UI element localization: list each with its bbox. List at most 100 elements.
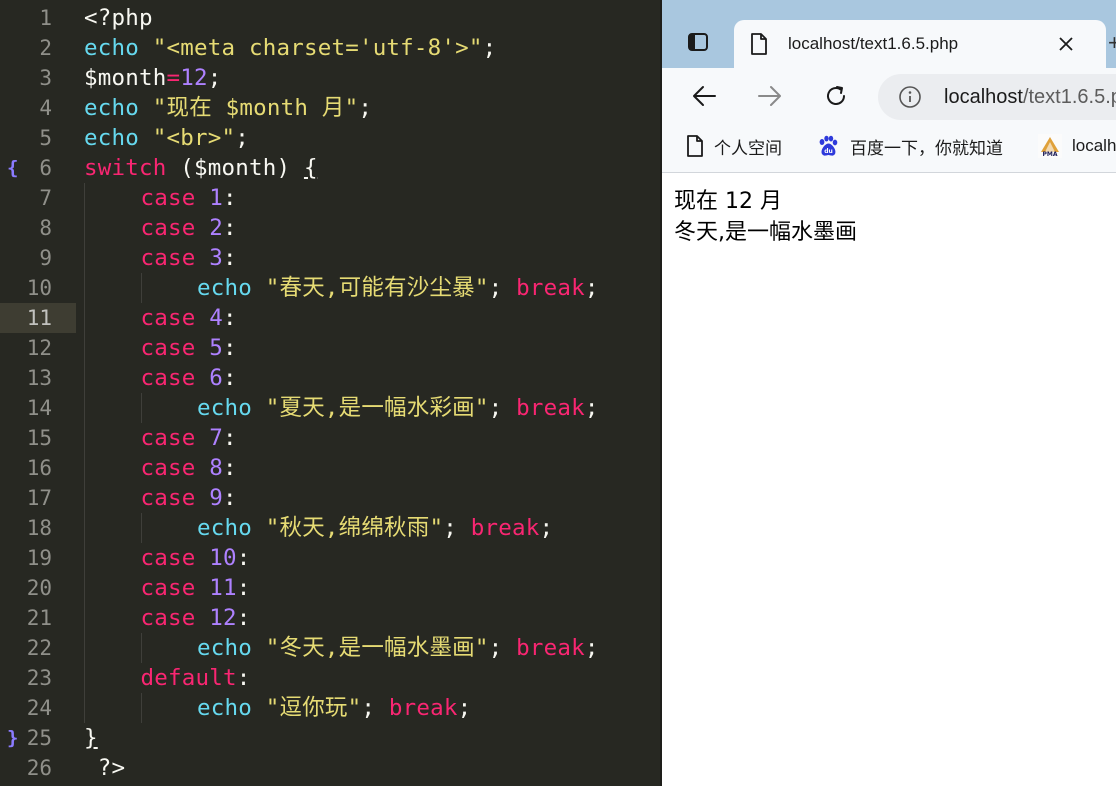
code-line[interactable]: 4 echo "现在 $month 月"; <box>0 93 660 123</box>
refresh-button[interactable] <box>818 78 854 114</box>
code-line[interactable]: 12 case 5: <box>0 333 660 363</box>
code-line[interactable]: } 25} <box>0 723 660 753</box>
code-text[interactable]: case 11: <box>141 573 251 603</box>
page-icon <box>687 135 703 157</box>
code-text[interactable]: $month=12; <box>84 63 221 93</box>
code-text[interactable]: case 5: <box>141 333 237 363</box>
code-token: 2 <box>209 215 223 241</box>
forward-button[interactable] <box>752 78 788 114</box>
code-line[interactable]: 26 ?> <box>0 753 660 783</box>
code-text[interactable]: case 7: <box>141 423 237 453</box>
code-line[interactable]: 2 echo "<meta charset='utf-8'>"; <box>0 33 660 63</box>
code-line[interactable]: 11 case 4: <box>0 303 660 333</box>
code-editor[interactable]: 1 <?php 2 echo "<meta charset='utf-8'>"; 3 $m… <box>0 0 660 786</box>
code-text[interactable]: echo "冬天,是一幅水墨画"; break; <box>197 633 599 663</box>
code-token: = <box>166 65 181 91</box>
code-token: echo <box>84 95 139 121</box>
tab-actions-button[interactable] <box>678 22 718 62</box>
page-content: 现在 12 月 冬天,是一幅水墨画 <box>674 186 857 248</box>
code-text[interactable]: case 2: <box>141 213 237 243</box>
code-text[interactable]: echo "现在 $month 月"; <box>84 93 372 123</box>
line-number: 22 <box>26 636 52 660</box>
browser-window: localhost/text1.6.5.php + <box>660 0 1116 786</box>
code-line[interactable]: 1 <?php <box>0 3 660 33</box>
code-token: : <box>236 665 251 691</box>
code-token: case <box>140 545 196 571</box>
code-line[interactable]: 19 case 10: <box>0 543 660 573</box>
code-text[interactable]: echo "夏天,是一幅水彩画"; break; <box>197 393 599 423</box>
code-token: case <box>140 245 196 271</box>
indent-guide <box>84 183 85 213</box>
code-line[interactable]: 20 case 11: <box>0 573 660 603</box>
code-token: ?> <box>84 755 126 781</box>
code-line[interactable]: 14 echo "夏天,是一幅水彩画"; break; <box>0 393 660 423</box>
back-button[interactable] <box>686 78 722 114</box>
line-number: 19 <box>26 546 52 570</box>
code-text[interactable]: default: <box>141 663 251 693</box>
bookmark-baidu[interactable]: du 百度一下，你就知道 <box>816 124 1003 168</box>
code-text[interactable]: } <box>84 723 98 753</box>
code-line[interactable]: 16 case 8: <box>0 453 660 483</box>
code-line[interactable]: 8 case 2: <box>0 213 660 243</box>
browser-title-bar: localhost/text1.6.5.php + <box>662 0 1116 68</box>
code-text[interactable]: <?php <box>84 3 153 33</box>
code-token: "逗你玩" <box>265 695 362 721</box>
refresh-icon <box>827 86 845 105</box>
bookmark-localhost[interactable]: PMA localhost <box>1038 124 1116 168</box>
code-line[interactable]: 24 echo "逗你玩"; break; <box>0 693 660 723</box>
code-line[interactable]: 7 case 1: <box>0 183 660 213</box>
code-text[interactable]: case 12: <box>141 603 251 633</box>
code-line[interactable]: 17 case 9: <box>0 483 660 513</box>
indent-guide <box>140 273 142 303</box>
code-text[interactable]: echo "逗你玩"; break; <box>197 693 471 723</box>
code-line[interactable]: 21 case 12: <box>0 603 660 633</box>
address-bar[interactable]: localhost/text1.6.5.php <box>878 74 1116 120</box>
new-tab-button[interactable]: + <box>1108 30 1116 56</box>
code-text[interactable]: case 6: <box>141 363 237 393</box>
line-number: 10 <box>26 276 52 300</box>
code-token: 3 <box>209 245 223 271</box>
code-text[interactable]: echo "<br>"; <box>84 123 249 153</box>
code-text[interactable]: case 4: <box>141 303 237 333</box>
code-token: ; <box>361 695 389 721</box>
code-token: case <box>140 605 196 631</box>
code-text[interactable]: ?> <box>84 753 125 783</box>
indent-guide <box>84 393 85 423</box>
code-token: "冬天,是一幅水墨画" <box>265 635 489 661</box>
code-line[interactable]: 15 case 7: <box>0 423 660 453</box>
code-token: switch <box>84 155 167 181</box>
code-line[interactable]: 10 echo "春天,可能有沙尘暴"; break; <box>0 273 660 303</box>
code-text[interactable]: echo "<meta charset='utf-8'>"; <box>84 33 496 63</box>
code-token: 7 <box>209 425 223 451</box>
code-line[interactable]: 18 echo "秋天,绵绵秋雨"; break; <box>0 513 660 543</box>
code-token: "夏天,是一幅水彩画" <box>265 395 489 421</box>
code-text[interactable]: switch ($month) { <box>84 153 318 183</box>
url-text[interactable]: localhost/text1.6.5.php <box>944 74 1116 120</box>
bookmark-personal-space[interactable]: 个人空间 <box>686 124 782 168</box>
indent-guide <box>84 663 85 693</box>
code-text[interactable]: case 9: <box>141 483 237 513</box>
line-number: 16 <box>26 456 52 480</box>
code-token: echo <box>197 635 252 661</box>
code-line[interactable]: 23 default: <box>0 663 660 693</box>
code-line[interactable]: 3 $month=12; <box>0 63 660 93</box>
code-token: : <box>223 485 237 511</box>
code-text[interactable]: echo "春天,可能有沙尘暴"; break; <box>197 273 599 303</box>
tab-close-button[interactable] <box>1052 30 1080 58</box>
tab-active[interactable]: localhost/text1.6.5.php <box>734 20 1106 68</box>
code-line[interactable]: 9 case 3: <box>0 243 660 273</box>
code-text[interactable]: case 8: <box>141 453 237 483</box>
code-token: break <box>516 275 585 301</box>
code-line[interactable]: 22 echo "冬天,是一幅水墨画"; break; <box>0 633 660 663</box>
code-text[interactable]: case 10: <box>141 543 251 573</box>
code-text[interactable]: case 1: <box>141 183 237 213</box>
code-line[interactable]: 5 echo "<br>"; <box>0 123 660 153</box>
code-token: 11 <box>209 575 237 601</box>
bookmark-label: localhost <box>1072 136 1116 155</box>
code-text[interactable]: case 3: <box>141 243 237 273</box>
code-line[interactable]: 13 case 6: <box>0 363 660 393</box>
info-icon[interactable] <box>898 85 922 109</box>
code-line[interactable]: {6 switch ($month) { <box>0 153 660 183</box>
code-text[interactable]: echo "秋天,绵绵秋雨"; break; <box>197 513 553 543</box>
code-token: : <box>223 185 237 211</box>
